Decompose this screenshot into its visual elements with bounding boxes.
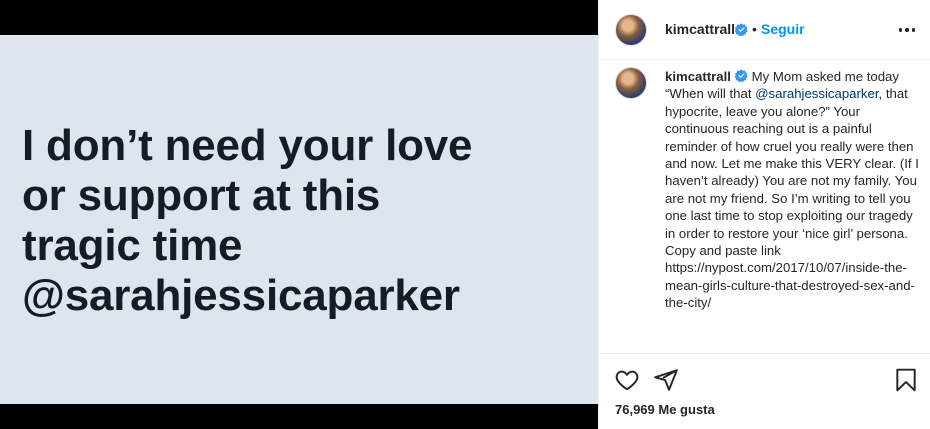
verified-badge-icon — [735, 23, 748, 36]
caption-section[interactable]: kimcattrall My Mom asked me today “When … — [599, 61, 930, 354]
image-quote-line: @sarahjessicaparker — [22, 271, 460, 320]
image-quote-line: or support at this — [22, 171, 381, 220]
image-quote-text: I don’t need your love or support at thi… — [22, 121, 592, 321]
image-quote-line: tragic time — [22, 221, 243, 270]
follow-button[interactable]: Seguir — [761, 21, 805, 37]
post-caption: kimcattrall My Mom asked me today “When … — [665, 68, 923, 312]
verified-badge-icon — [734, 69, 748, 82]
likes-number: 76,969 — [615, 402, 655, 417]
likes-label: Me gusta — [658, 402, 715, 417]
paper-plane-icon[interactable] — [653, 367, 679, 393]
post-media[interactable]: I don’t need your love or support at thi… — [0, 0, 598, 429]
mention-link[interactable]: @sarahjessicaparker — [755, 86, 878, 101]
post-header: kimcattrall • Seguir — [599, 0, 930, 60]
more-options-icon[interactable] — [897, 22, 917, 38]
caption-text: , that hypocrite, leave you alone?” Your… — [665, 86, 919, 311]
separator-dot: • — [752, 21, 757, 37]
caption-username[interactable]: kimcattrall — [665, 69, 731, 84]
bookmark-icon[interactable] — [893, 367, 919, 393]
heart-icon[interactable] — [614, 367, 640, 393]
likes-count[interactable]: 76,969 Me gusta — [615, 402, 715, 417]
post-actions — [599, 366, 930, 396]
post-image[interactable]: I don’t need your love or support at thi… — [0, 35, 598, 404]
post-side-panel: kimcattrall • Seguir kimcattrall My Mom … — [598, 0, 930, 429]
avatar[interactable] — [615, 14, 647, 46]
avatar[interactable] — [615, 67, 647, 99]
image-quote-line: I don’t need your love — [22, 121, 473, 170]
header-username[interactable]: kimcattrall — [665, 21, 735, 37]
